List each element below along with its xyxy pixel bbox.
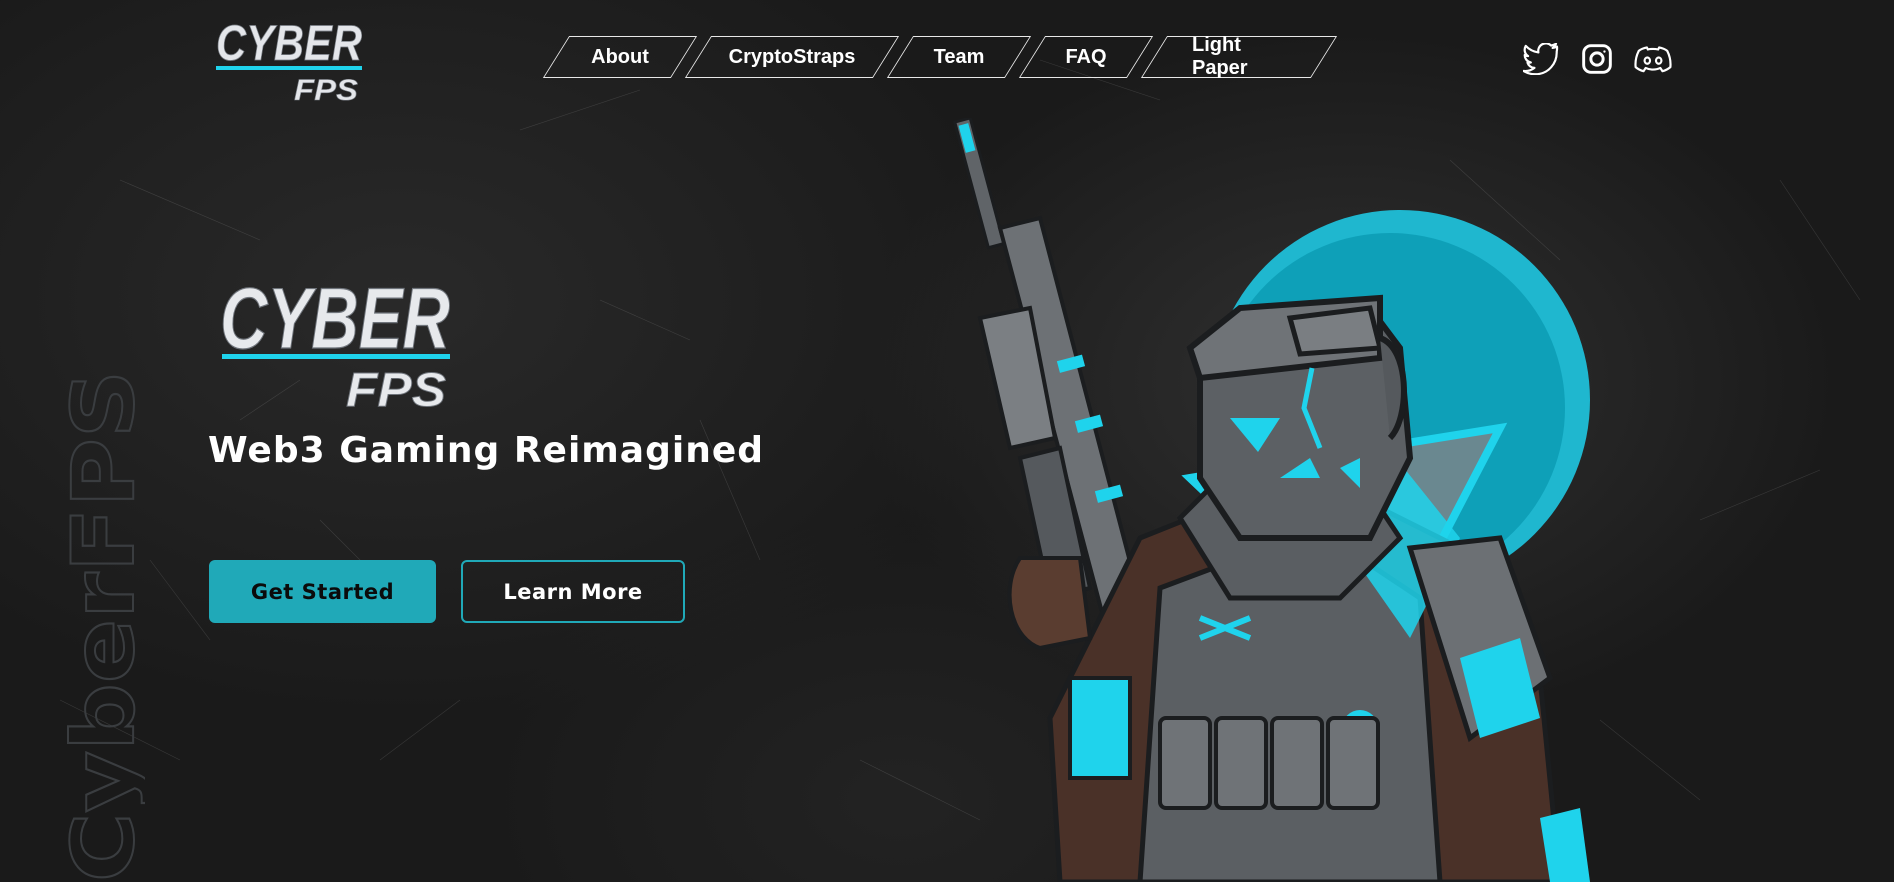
hero-logo: CYBER FPS [219, 270, 450, 412]
hero-logo-top-text: CYBER [220, 271, 450, 367]
nav-item-faq[interactable]: FAQ [1032, 36, 1140, 78]
logo-bottom-text: FPS [294, 74, 358, 104]
vertical-watermark: CyberFPS [55, 369, 145, 882]
nav-item-about[interactable]: About [556, 36, 684, 78]
header-logo[interactable]: CYBER FPS [214, 14, 364, 104]
logo-underline [216, 66, 362, 70]
hero-logo-bottom-text: FPS [346, 364, 446, 412]
get-started-button[interactable]: Get Started [209, 560, 436, 623]
hero-logo-underline [222, 354, 450, 359]
hero-character-illustration [952, 118, 1590, 882]
instagram-icon [1582, 44, 1612, 74]
nav-item-team[interactable]: Team [900, 36, 1018, 78]
twitter-link[interactable] [1522, 40, 1560, 78]
nav-label: Light Paper [1192, 34, 1248, 79]
twitter-icon [1523, 43, 1559, 75]
discord-icon [1634, 46, 1672, 73]
vertical-watermark-text: CyberFPS [55, 370, 145, 882]
nav-label: FAQ [1065, 45, 1107, 68]
learn-more-button[interactable]: Learn More [461, 560, 685, 623]
main-nav: About CryptoStraps Team FAQ Light Paper [556, 34, 1324, 79]
discord-link[interactable] [1634, 40, 1672, 78]
hero-tagline: Web3 Gaming Reimagined [208, 430, 765, 471]
nav-item-light-paper[interactable]: Light Paper [1154, 34, 1324, 79]
nav-item-cryptostraps[interactable]: CryptoStraps [698, 36, 886, 78]
logo-top-text: CYBER [216, 15, 362, 71]
nav-label: About [591, 45, 649, 68]
nav-label: Team [933, 45, 985, 68]
soldier-helmet [1186, 294, 1414, 541]
soldier-hand [1007, 556, 1093, 651]
social-links [1522, 40, 1672, 78]
nav-label: CryptoStraps [728, 45, 856, 68]
instagram-link[interactable] [1578, 40, 1616, 78]
